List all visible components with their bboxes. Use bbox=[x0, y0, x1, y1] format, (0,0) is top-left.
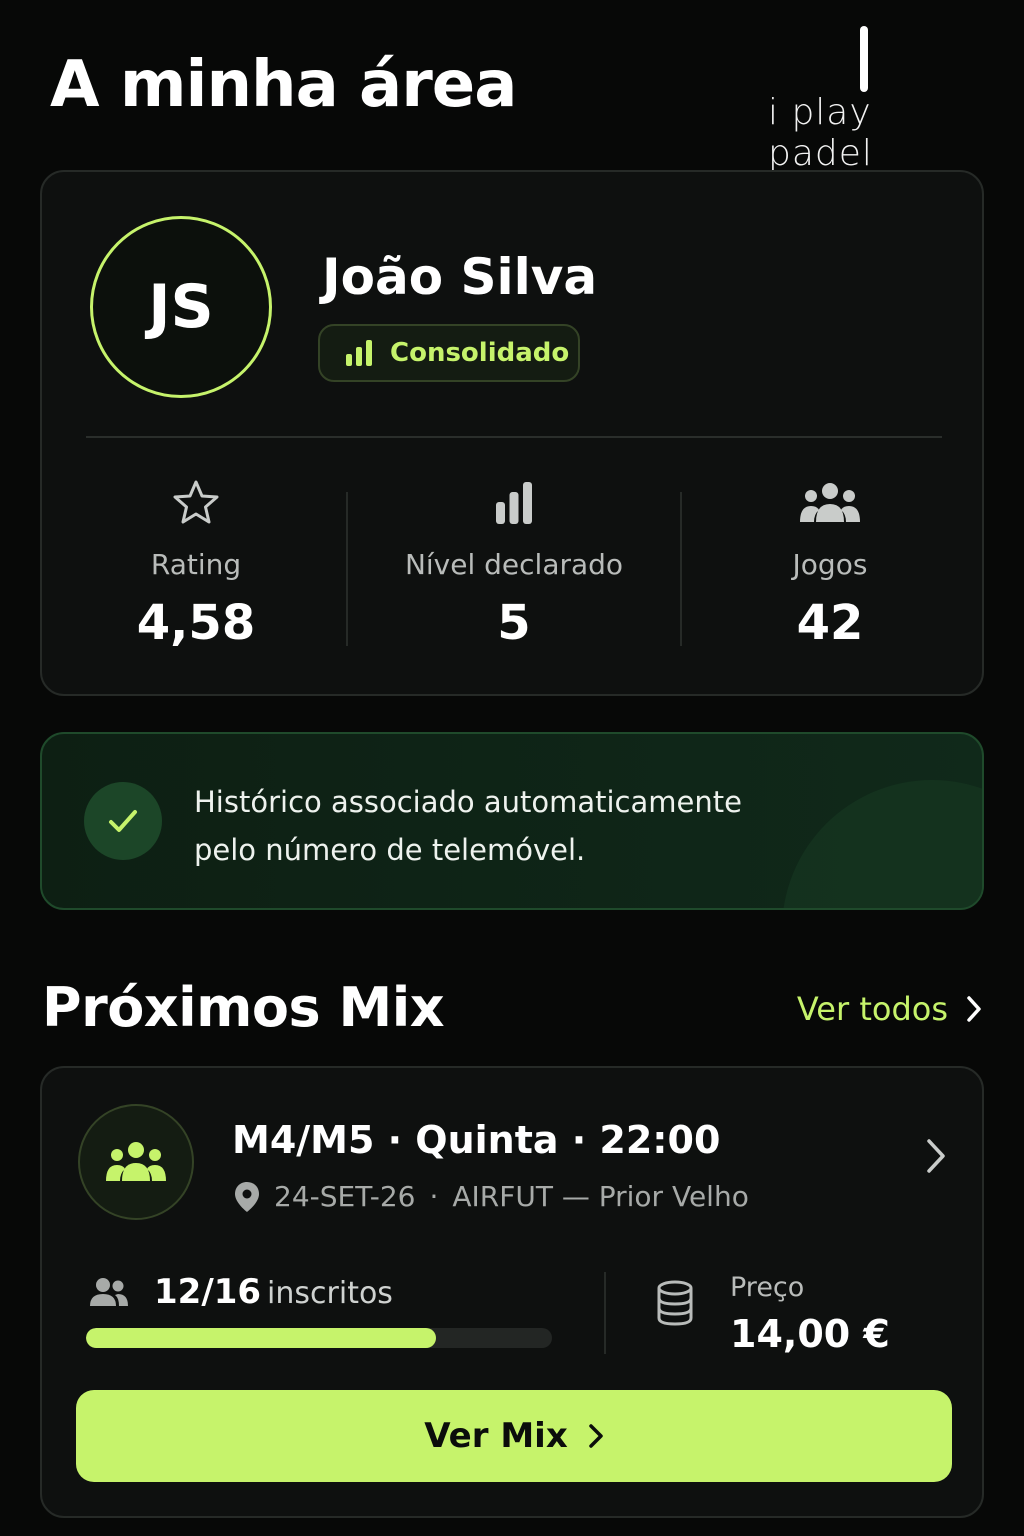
stat-label: Jogos bbox=[792, 548, 868, 581]
user-name: João Silva bbox=[322, 248, 598, 306]
registrations-count: 12/16 bbox=[154, 1272, 262, 1312]
coins-icon bbox=[657, 1280, 693, 1326]
see-all-link[interactable]: Ver todos bbox=[797, 990, 982, 1028]
info-line: pelo número de telemóvel. bbox=[194, 833, 586, 867]
stat-value: 42 bbox=[796, 595, 864, 651]
see-all-label: Ver todos bbox=[796, 990, 948, 1028]
page-title: A minha área bbox=[50, 48, 517, 122]
bar-chart-icon bbox=[496, 482, 532, 524]
status-badge-label: Consolidado bbox=[390, 338, 570, 368]
avatar[interactable]: JS bbox=[90, 216, 272, 398]
stat-games: Jogos 42 bbox=[680, 478, 980, 651]
progress-fill bbox=[86, 1328, 436, 1348]
status-badge: Consolidado bbox=[318, 324, 580, 382]
star-icon bbox=[173, 480, 219, 524]
divider bbox=[86, 436, 942, 438]
registrations: 12/16 inscritos bbox=[88, 1272, 393, 1312]
brand-logo: i play padel bbox=[768, 26, 978, 174]
location-pin-icon bbox=[235, 1181, 259, 1212]
info-banner: Histórico associado automaticamente pelo… bbox=[40, 732, 984, 910]
mix-location: AIRFUT — Prior Velho bbox=[452, 1180, 749, 1213]
check-badge bbox=[84, 782, 162, 860]
people-icon bbox=[90, 1278, 128, 1306]
stat-value: 4,58 bbox=[136, 595, 256, 651]
view-mix-label: Ver Mix bbox=[424, 1416, 568, 1456]
check-icon bbox=[109, 810, 137, 832]
registrations-word: inscritos bbox=[267, 1276, 393, 1311]
divider bbox=[346, 492, 348, 646]
mix-icon-badge bbox=[78, 1104, 194, 1220]
people-group-icon bbox=[800, 483, 860, 522]
chevron-right-icon[interactable] bbox=[926, 1138, 946, 1174]
registrations-progress bbox=[86, 1328, 552, 1348]
price-value: 14,00 € bbox=[730, 1312, 890, 1356]
stat-declared-level: Nível declarado 5 bbox=[364, 478, 664, 651]
profile-card: JS João Silva Consolidado Rating 4,58 Ní… bbox=[40, 170, 984, 696]
mix-date: 24-SET-26 bbox=[274, 1180, 416, 1213]
mix-card[interactable]: M4/M5 · Quinta · 22:00 24-SET-26 · AIRFU… bbox=[40, 1066, 984, 1518]
info-line: Histórico associado automaticamente bbox=[194, 785, 742, 819]
logo-bar-mark bbox=[860, 26, 868, 92]
mix-separator: · bbox=[429, 1180, 439, 1213]
view-mix-button[interactable]: Ver Mix bbox=[76, 1390, 952, 1482]
stat-label: Nível declarado bbox=[404, 548, 624, 581]
people-group-icon bbox=[106, 1142, 166, 1181]
info-text: Histórico associado automaticamente pelo… bbox=[194, 778, 834, 874]
chevron-right-icon bbox=[589, 1424, 603, 1448]
signal-bars-icon bbox=[346, 340, 372, 366]
chevron-right-icon bbox=[967, 996, 981, 1022]
my-area-screen: A minha área i play padel JS João Silva … bbox=[0, 0, 1024, 1536]
divider bbox=[604, 1272, 606, 1354]
section-title: Próximos Mix bbox=[42, 976, 445, 1039]
mix-details: 24-SET-26 · AIRFUT — Prior Velho bbox=[234, 1180, 749, 1213]
stat-rating: Rating 4,58 bbox=[46, 478, 346, 651]
mix-title: M4/M5 · Quinta · 22:00 bbox=[232, 1118, 721, 1162]
logo-text: i play padel bbox=[768, 92, 873, 174]
stat-label: Rating bbox=[150, 548, 242, 581]
price-label: Preço bbox=[730, 1272, 805, 1303]
stat-value: 5 bbox=[497, 595, 531, 651]
registrations-text: 12/16 inscritos bbox=[154, 1272, 393, 1312]
